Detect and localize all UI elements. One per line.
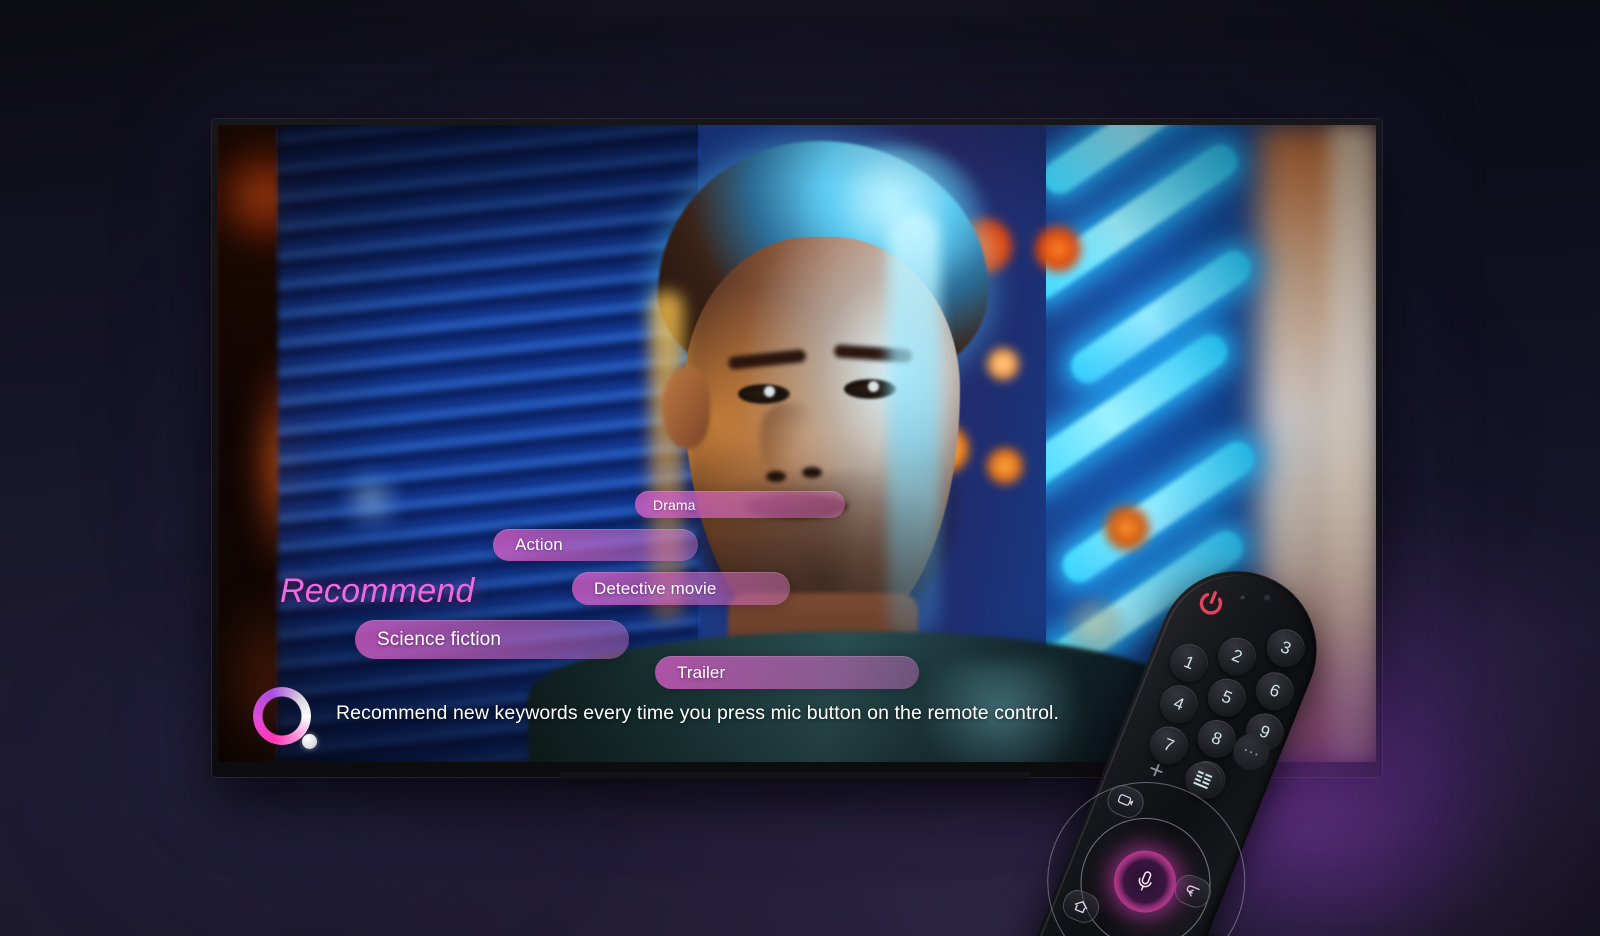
tv-stand [560,772,1030,782]
chip-label: Action [515,535,563,554]
home-icon [1074,901,1088,914]
key-label: 1 [1181,652,1198,674]
keyword-chip-trailer[interactable]: Trailer [655,656,919,689]
key-label: 2 [1229,645,1246,667]
key-label: 5 [1218,686,1235,708]
ai-dot-icon [302,734,317,749]
key-label: 7 [1160,734,1177,756]
keyword-chip-detective-movie[interactable]: Detective movie [572,572,790,605]
mic-icon [1138,871,1152,891]
keyword-chip-drama[interactable]: Drama [635,491,845,518]
keyword-chip-science-fiction[interactable]: Science fiction [355,620,629,659]
key-label: 4 [1171,693,1187,715]
input-icon [1117,794,1134,806]
key-label: 8 [1208,727,1225,750]
key-label: 3 [1277,637,1294,659]
chip-label: Trailer [677,662,726,682]
overlay-caption: Recommend new keywords every time you pr… [336,702,1060,724]
screenshot-root: Recommend Drama Action Detective movie S… [0,0,1600,936]
return-arrow-icon [1186,885,1200,897]
more-label: ··· [1240,739,1263,764]
ai-ring-logo [253,687,317,749]
chip-label: Detective movie [594,578,717,598]
chip-label: Science fiction [377,628,502,650]
chip-label: Drama [653,496,696,513]
key-label: 6 [1266,680,1283,702]
page-title: Recommend [280,572,475,610]
keyword-chip-action[interactable]: Action [493,529,698,561]
guide-grid-icon [1193,770,1213,790]
